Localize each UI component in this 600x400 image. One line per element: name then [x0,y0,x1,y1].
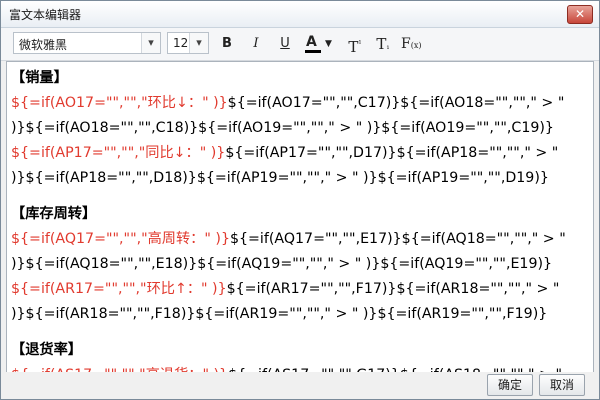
editor-content[interactable]: 【销量】 ${=if(AO17="","","环比↓：" )}${=if(AO17… [11,66,583,372]
rich-text-editor-dialog: 富文本编辑器 ✕ 微软雅黑 ▾ 12 ▾ B I U A ▼ T¹ T₁ F(x… [0,0,600,400]
formula-line: )}${=if(AR18="","",F18)}${=if(AR19="",""… [11,306,548,322]
formula-icon: F [401,36,411,52]
chevron-down-icon[interactable]: ▾ [141,33,160,53]
formula-line: ${=if(AP17="","","同比↓：" )}${=if(AP17="",… [11,141,583,166]
formula-line: )}${=if(AQ18="","",E18)}${=if(AQ19="",""… [11,256,553,272]
formula-text: ${=if(AO17="","",C17)}${=if(AO18="","","… [227,95,565,111]
section-heading: 【库存周转】 [11,206,97,222]
underline-icon: U [280,36,290,51]
close-icon: ✕ [574,7,586,21]
bold-icon: B [222,36,232,51]
highlighted-formula: ${=if(AR17="","","环比↑：" )} [11,281,227,297]
italic-icon: I [253,36,259,51]
font-size-select[interactable]: 12 ▾ [167,32,209,54]
subscript-icon: T [376,35,387,53]
editor-area[interactable]: 【销量】 ${=if(AO17="","","环比↓：" )}${=if(AO17… [6,61,594,373]
formula-button[interactable]: F(x) [401,33,421,55]
formula-line: )}${=if(AO18="","",C18)}${=if(AO19="",""… [11,120,554,136]
chevron-down-icon[interactable]: ▾ [189,33,208,53]
formula-text: ${=if(AR17="","",F17)}${=if(AR18="","","… [226,281,560,297]
highlighted-formula: ${=if(AQ17="","","高周转：" )} [11,231,230,247]
font-family-value: 微软雅黑 [19,38,68,52]
close-button[interactable]: ✕ [567,5,593,24]
formatting-toolbar: 微软雅黑 ▾ 12 ▾ B I U A ▼ T¹ T₁ F(x) [1,28,599,61]
formula-mark: (x) [410,41,422,50]
window-title: 富文本编辑器 [9,8,82,22]
subscript-button[interactable]: T₁ [373,33,393,55]
formula-line: ${=if(AQ17="","","高周转：" )}${=if(AQ17="",… [11,227,583,252]
bold-button[interactable]: B [217,33,237,55]
section-heading: 【退货率】 [11,342,82,358]
color-swatch [305,50,321,53]
font-size-value: 12 [173,36,189,50]
formula-text: ${=if(AQ17="","",E17)}${=if(AQ18="","","… [229,231,566,247]
ok-button[interactable]: 确定 [487,374,533,396]
underline-button[interactable]: U [275,33,295,55]
font-color-button[interactable]: A ▼ [304,33,334,55]
chevron-down-icon[interactable]: ▼ [325,33,332,55]
formula-line: )}${=if(AP18="","",D18)}${=if(AP19="",""… [11,170,549,186]
title-bar: 富文本编辑器 ✕ [1,1,599,28]
superscript-button[interactable]: T¹ [345,33,365,56]
highlighted-formula: ${=if(AP17="","","同比↓：" )} [11,145,226,161]
font-family-select[interactable]: 微软雅黑 ▾ [13,32,161,54]
italic-button[interactable]: I [246,33,266,55]
formula-line: ${=if(AO17="","","环比↓：" )}${=if(AO17="",… [11,91,583,116]
dialog-footer: 确定 取消 [1,372,599,399]
subscript-mark: ₁ [386,42,390,51]
formula-text: ${=if(AP17="","",D17)}${=if(AP18="","","… [225,145,559,161]
section-heading: 【销量】 [11,70,68,86]
superscript-icon: T [348,38,359,56]
cancel-button[interactable]: 取消 [539,374,585,396]
highlighted-formula: ${=if(AO17="","","环比↓：" )} [11,95,228,111]
superscript-mark: ¹ [358,39,362,48]
formula-line: ${=if(AR17="","","环比↑：" )}${=if(AR17="",… [11,277,583,302]
